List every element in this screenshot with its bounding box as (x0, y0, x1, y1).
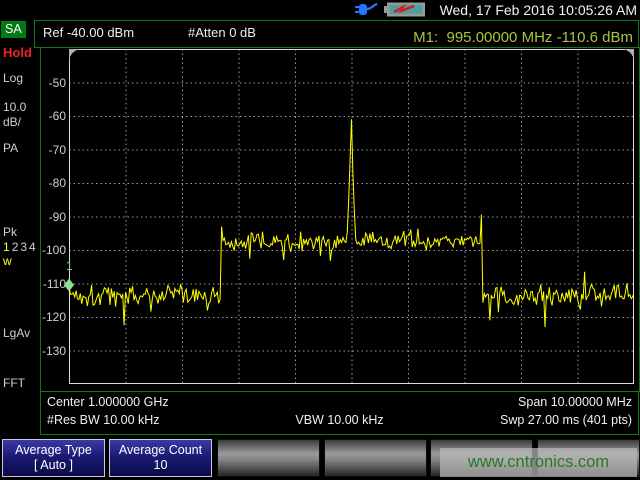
y-axis-tick-label: -60 (40, 109, 66, 123)
softkey-label: Average Count (119, 443, 202, 458)
top-status-bar: Wed, 17 Feb 2016 10:05:26 AM (0, 0, 640, 19)
scale-per-div-unit: dB/ (3, 115, 21, 129)
span-readout: Span 10.00000 MHz (518, 395, 632, 409)
y-axis-tick-label: -100 (40, 243, 66, 257)
mode-badge-sa: SA (1, 21, 26, 38)
sweep-time-readout: Swp 27.00 ms (401 pts) (500, 413, 632, 427)
trace-mode-indicator: w (3, 254, 12, 268)
trace-1-active: 1 (3, 240, 12, 254)
trace-canvas (69, 49, 634, 384)
sweep-hold-indicator: Hold (3, 45, 32, 60)
scale-type-label: Log (3, 71, 23, 85)
fft-mode-indicator: FFT (3, 376, 25, 390)
spectrum-analyzer-screen: Wed, 17 Feb 2016 10:05:26 AM Ref -40.00 … (0, 0, 640, 480)
footer-annotation-box: Center 1.000000 GHz Span 10.00000 MHz #R… (40, 391, 639, 435)
softkey-label: Average Type (15, 443, 92, 458)
y-axis-tick-label: -120 (40, 310, 66, 324)
y-axis-tick-label: -130 (40, 344, 66, 358)
traces-inactive: 234 (12, 240, 38, 254)
center-frequency-readout: Center 1.000000 GHz (47, 395, 169, 409)
y-axis-tick-label: -90 (40, 210, 66, 224)
video-bandwidth-readout: VBW 10.00 kHz (295, 413, 383, 427)
spectrum-plot (69, 49, 634, 384)
marker1-id-label: 1 (66, 259, 73, 273)
site-watermark: www.cntronics.com (440, 448, 637, 477)
left-settings-column: SA Hold Log 10.0 dB/ PA Pk 1234 w LgAv F… (0, 19, 34, 439)
ac-power-plug-icon (353, 1, 381, 18)
softkey-average-type[interactable]: Average Type[ Auto ] (2, 439, 105, 477)
header-annotation-box: Ref -40.00 dBm #Atten 0 dB M1: 995.00000… (34, 20, 639, 48)
softkey-average-count[interactable]: Average Count10 (109, 439, 212, 477)
spectrum-trace (69, 119, 634, 327)
average-type-indicator: LgAv (3, 326, 30, 340)
trace-number-indicators: 1234 (3, 240, 38, 254)
ref-level-readout: Ref -40.00 dBm (43, 25, 134, 40)
softkey-blank-3[interactable] (217, 439, 320, 477)
peak-detector-label: Pk (3, 225, 17, 239)
softkey-blank-4[interactable] (324, 439, 427, 477)
marker1-readout: M1: 995.00000 MHz -110.6 dBm (413, 29, 633, 46)
y-axis-tick-label: -50 (40, 76, 66, 90)
y-axis-tick-label: -80 (40, 176, 66, 190)
y-axis-tick-label: -110 (40, 277, 66, 291)
scale-per-div-value: 10.0 (3, 100, 26, 114)
battery-charging-icon (384, 2, 426, 17)
y-axis-tick-label: -70 (40, 143, 66, 157)
softkey-value: [ Auto ] (34, 458, 73, 473)
attenuation-readout: #Atten 0 dB (188, 25, 256, 40)
softkey-value: 10 (154, 458, 168, 473)
preamp-indicator: PA (3, 141, 18, 155)
datetime-display: Wed, 17 Feb 2016 10:05:26 AM (440, 2, 637, 18)
resolution-bandwidth-readout: #Res BW 10.00 kHz (47, 413, 160, 427)
